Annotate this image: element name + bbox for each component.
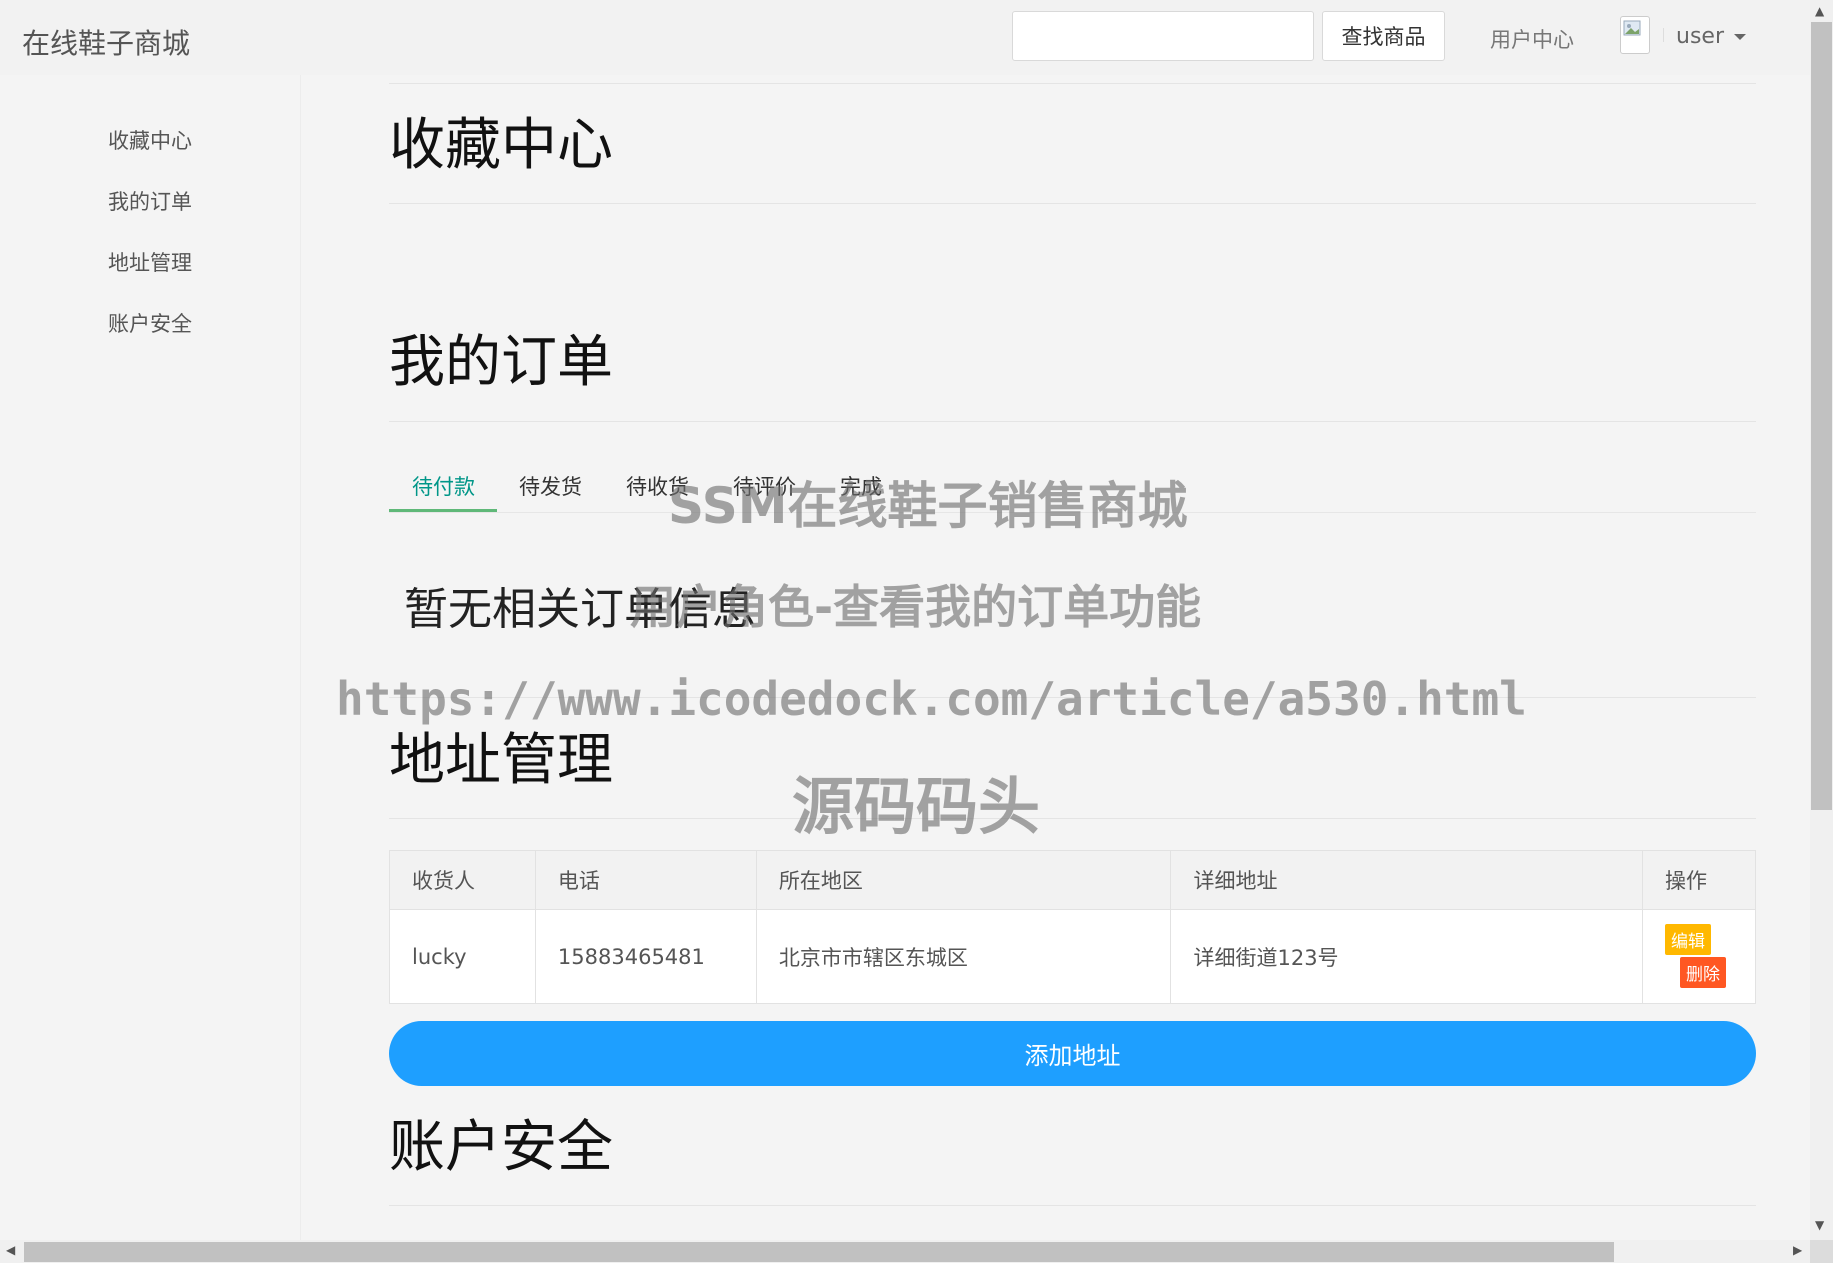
watermark-subtitle: 用户角色-查看我的订单功能: [630, 580, 1202, 634]
table-row: lucky 15883465481 北京市市辖区东城区 详细街道123号 编辑 …: [389, 909, 1756, 1004]
orders-title: 我的订单: [389, 330, 613, 395]
nav-user-center-link[interactable]: 用户中心: [1490, 24, 1574, 54]
sidebar-item-orders[interactable]: 我的订单: [108, 186, 192, 216]
top-header: 在线鞋子商城 查找商品 用户中心 user: [0, 0, 1810, 75]
search-input[interactable]: [1012, 11, 1314, 61]
column-header: 操作: [1642, 850, 1756, 910]
divider: [389, 203, 1756, 204]
sidebar-item-address[interactable]: 地址管理: [108, 247, 192, 277]
tab-pending-payment[interactable]: 待付款: [412, 471, 475, 501]
region-cell: 北京市市辖区东城区: [755, 909, 1172, 1004]
scroll-left-arrow-icon[interactable]: ◀: [6, 1243, 15, 1257]
sidebar: 收藏中心 我的订单 地址管理 账户安全: [0, 75, 301, 1240]
broken-image-icon: [1623, 20, 1641, 36]
recipient-cell: lucky: [389, 909, 536, 1004]
security-title: 账户安全: [389, 1115, 613, 1180]
column-header: 所在地区: [755, 850, 1172, 910]
username-label: user: [1676, 24, 1724, 49]
watermark-title: SSM在线鞋子销售商城: [668, 477, 1188, 535]
active-tab-indicator: [389, 509, 497, 512]
watermark-brand: 源码码头: [792, 770, 1041, 843]
caret-down-icon: [1734, 33, 1746, 40]
divider: [389, 1205, 1756, 1206]
vertical-scrollbar-thumb[interactable]: [1811, 22, 1832, 810]
add-address-button[interactable]: 添加地址: [389, 1021, 1756, 1086]
sidebar-item-favorites[interactable]: 收藏中心: [108, 125, 192, 155]
divider: [389, 83, 1756, 84]
actions-cell: 编辑 删除: [1642, 909, 1756, 1004]
scroll-up-arrow-icon[interactable]: ▲: [1815, 4, 1824, 18]
avatar[interactable]: [1620, 16, 1650, 54]
address-table: 收货人 电话 所在地区 详细地址 操作 lucky 15883465481 北京…: [389, 850, 1756, 1004]
divider: [389, 818, 1756, 819]
sidebar-item-security[interactable]: 账户安全: [108, 308, 192, 338]
scroll-down-arrow-icon[interactable]: ▼: [1815, 1218, 1824, 1232]
divider: [389, 421, 1756, 422]
edit-address-button[interactable]: 编辑: [1665, 924, 1712, 955]
favorites-title: 收藏中心: [389, 113, 613, 178]
column-header: 详细地址: [1170, 850, 1644, 910]
table-header-row: 收货人 电话 所在地区 详细地址 操作: [389, 850, 1756, 910]
delete-address-button[interactable]: 删除: [1680, 957, 1727, 988]
search-button[interactable]: 查找商品: [1322, 11, 1445, 61]
tab-pending-shipment[interactable]: 待发货: [519, 471, 582, 501]
column-header: 收货人: [389, 850, 536, 910]
user-dropdown[interactable]: user: [1676, 24, 1746, 49]
scroll-right-arrow-icon[interactable]: ▶: [1793, 1243, 1802, 1257]
avatar-separator: [1663, 28, 1664, 42]
address-title: 地址管理: [389, 728, 613, 793]
detail-address-cell: 详细街道123号: [1170, 909, 1644, 1004]
site-brand[interactable]: 在线鞋子商城: [22, 22, 190, 62]
scrollbar-corner: [1810, 1240, 1833, 1263]
phone-cell: 15883465481: [534, 909, 757, 1004]
horizontal-scrollbar-thumb[interactable]: [24, 1242, 1614, 1262]
watermark-url: https://www.icodedock.com/article/a530.h…: [336, 672, 1527, 726]
column-header: 电话: [534, 850, 757, 910]
